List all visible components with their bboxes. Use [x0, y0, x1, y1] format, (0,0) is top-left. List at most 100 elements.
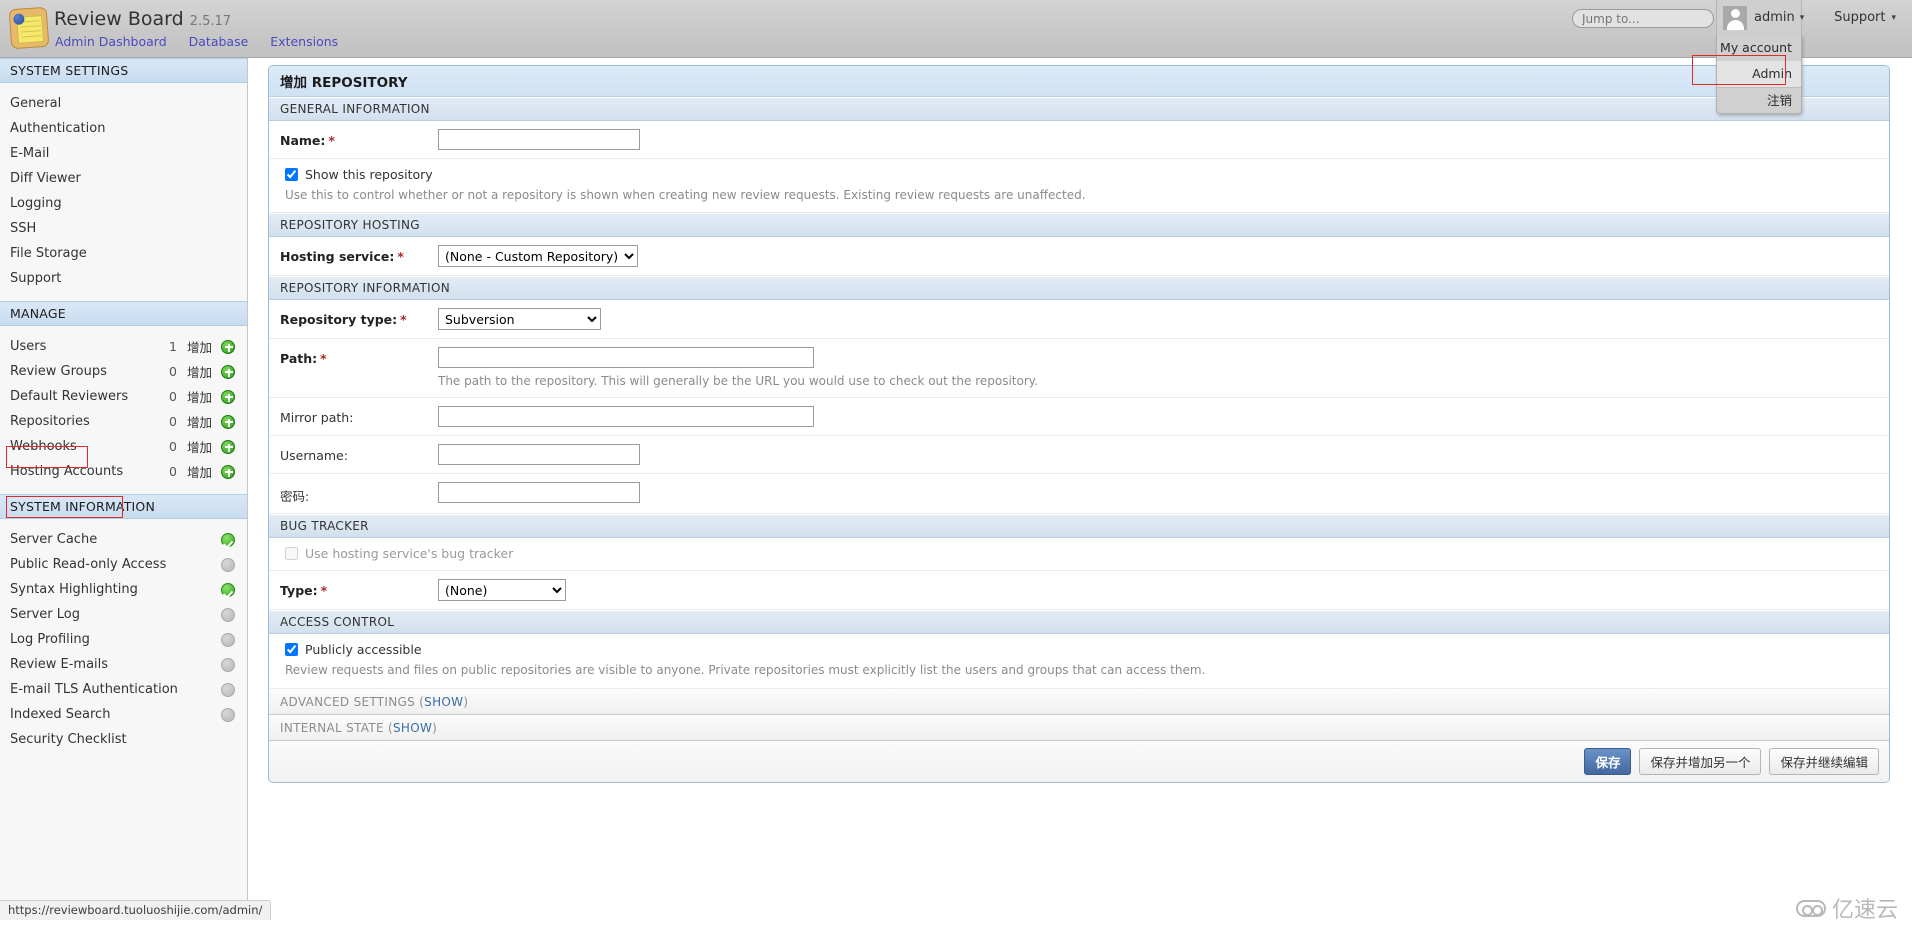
- sidebar-item-count: 0: [169, 389, 177, 404]
- jump-to-input[interactable]: [1572, 9, 1714, 28]
- status-indicator-off-icon: [221, 607, 235, 622]
- hosting-service-select[interactable]: (None - Custom Repository): [438, 245, 638, 268]
- sidebar-item-review-groups[interactable]: Review Groups 0 增加: [0, 359, 247, 384]
- sidebar-item-authentication[interactable]: Authentication: [0, 116, 247, 141]
- sidebar-item-label: Public Read-only Access: [10, 557, 167, 572]
- internal-state-show-link[interactable]: SHOW: [393, 721, 432, 735]
- advanced-settings-show-link[interactable]: SHOW: [424, 695, 463, 709]
- plus-icon[interactable]: [221, 339, 235, 354]
- field-row-hosting-service: Hosting service: * (None - Custom Reposit…: [269, 237, 1889, 277]
- sidebar-item-label: Authentication: [10, 121, 106, 136]
- checkbox-line-use-hosting-bug-tracker: Use hosting service's bug tracker: [280, 546, 513, 561]
- field-control-password: [438, 482, 1878, 504]
- sidebar-item-repositories[interactable]: Repositories 0 增加: [0, 409, 247, 434]
- sidebar-system-settings-list: General Authentication E-Mail Diff Viewe…: [0, 83, 247, 301]
- field-control-repository-type: Subversion: [438, 308, 1878, 331]
- save-and-add-another-button[interactable]: 保存并增加另一个: [1639, 747, 1762, 775]
- sidebar-item-indexed-search[interactable]: Indexed Search: [0, 702, 247, 727]
- sidebar-item-hosting-accounts[interactable]: Hosting Accounts 0 增加: [0, 459, 247, 484]
- publicly-accessible-help: Review requests and files on public repo…: [285, 663, 1206, 678]
- plus-icon[interactable]: [221, 439, 235, 454]
- repository-type-select[interactable]: Subversion: [438, 308, 601, 331]
- field-label-path: Path: *: [280, 351, 327, 367]
- nav-link-database[interactable]: Database: [189, 34, 249, 49]
- plus-icon[interactable]: [221, 464, 235, 479]
- sidebar-item-log-profiling[interactable]: Log Profiling: [0, 627, 247, 652]
- sidebar-item-general[interactable]: General: [0, 91, 247, 116]
- sidebar-item-server-cache[interactable]: Server Cache: [0, 527, 247, 552]
- sidebar-add-link[interactable]: 增加: [187, 362, 212, 381]
- sidebar-add-link[interactable]: 增加: [187, 337, 212, 356]
- nav-link-extensions[interactable]: Extensions: [270, 34, 338, 49]
- user-menu-button[interactable]: admin ▾: [1716, 0, 1804, 35]
- sidebar-item-ssh[interactable]: SSH: [0, 216, 247, 241]
- internal-state-title: INTERNAL STATE: [280, 720, 384, 735]
- sidebar-item-users[interactable]: Users 1 增加: [0, 334, 247, 359]
- sidebar-item-label: Review Groups: [10, 364, 107, 379]
- sidebar-section-system-settings-title: SYSTEM SETTINGS: [0, 58, 247, 83]
- sidebar-add-link[interactable]: 增加: [187, 412, 212, 431]
- sidebar-item-support[interactable]: Support: [0, 266, 247, 291]
- username-input[interactable]: [438, 444, 640, 466]
- menu-item-admin[interactable]: Admin: [1717, 61, 1801, 87]
- user-dropdown-menu[interactable]: My account Admin 注销: [1716, 35, 1802, 114]
- use-hosting-bug-tracker-label: Use hosting service's bug tracker: [305, 546, 514, 562]
- sidebar-item-label: Security Checklist: [10, 732, 127, 747]
- sidebar-item-default-reviewers[interactable]: Default Reviewers 0 增加: [0, 384, 247, 409]
- sidebar-item-security-checklist[interactable]: Security Checklist: [0, 727, 247, 752]
- sidebar-add-link[interactable]: 增加: [187, 462, 212, 481]
- sidebar-item-label: Support: [10, 271, 62, 286]
- support-menu-button[interactable]: Support ▾: [1826, 0, 1904, 35]
- field-control-mirror-path: [438, 406, 1878, 428]
- sidebar-item-review-emails[interactable]: Review E-mails: [0, 652, 247, 677]
- sidebar-item-label: Syntax Highlighting: [10, 582, 138, 597]
- show-repository-help: Use this to control whether or not a rep…: [285, 188, 1086, 202]
- section-advanced-settings-toggle[interactable]: ADVANCED SETTINGS (SHOW): [269, 688, 1889, 715]
- field-row-show-repository: Show this repository Use this to control…: [269, 159, 1889, 214]
- header-nav: Admin Dashboard Database Extensions: [55, 34, 360, 50]
- use-hosting-bug-tracker-checkbox[interactable]: [285, 547, 298, 561]
- name-input[interactable]: [438, 129, 640, 150]
- brand-version: 2.5.17: [189, 14, 232, 29]
- plus-icon[interactable]: [221, 364, 235, 379]
- sidebar-item-diff-viewer[interactable]: Diff Viewer: [0, 166, 247, 191]
- publicly-accessible-checkbox[interactable]: [285, 643, 298, 657]
- page-title: Review Board 2.5.17: [54, 8, 231, 30]
- plus-icon[interactable]: [221, 389, 235, 404]
- status-indicator-off-icon: [221, 682, 235, 697]
- sidebar-item-label: Server Cache: [10, 532, 98, 547]
- sidebar-item-label: Indexed Search: [10, 707, 111, 722]
- show-repository-label[interactable]: Show this repository: [305, 167, 433, 182]
- path-input[interactable]: [438, 347, 814, 369]
- sidebar-item-label: E-Mail: [10, 146, 50, 161]
- section-header-bug-tracker: BUG TRACKER: [269, 514, 1889, 539]
- field-row-use-hosting-bug-tracker: Use hosting service's bug tracker: [269, 538, 1889, 572]
- sidebar-item-email[interactable]: E-Mail: [0, 141, 247, 166]
- sidebar-add-link[interactable]: 增加: [187, 387, 212, 406]
- show-repository-checkbox[interactable]: [285, 168, 298, 181]
- status-indicator-on-icon: [221, 532, 235, 547]
- field-control-bug-tracker-type: (None): [438, 579, 1878, 602]
- sidebar-item-email-tls-authentication[interactable]: E-mail TLS Authentication: [0, 677, 247, 702]
- bug-tracker-type-select[interactable]: (None): [438, 579, 566, 602]
- save-button[interactable]: 保存: [1584, 747, 1632, 775]
- section-internal-state-toggle[interactable]: INTERNAL STATE (SHOW): [269, 714, 1889, 741]
- save-and-continue-editing-button[interactable]: 保存并继续编辑: [1769, 747, 1879, 775]
- sidebar-item-syntax-highlighting[interactable]: Syntax Highlighting: [0, 577, 247, 602]
- menu-item-logout[interactable]: 注销: [1717, 87, 1801, 113]
- plus-icon[interactable]: [221, 414, 235, 429]
- sidebar-item-server-log[interactable]: Server Log: [0, 602, 247, 627]
- nav-link-admin-dashboard[interactable]: Admin Dashboard: [55, 34, 167, 49]
- user-name-label: admin: [1754, 10, 1795, 25]
- field-label-mirror-path: Mirror path:: [280, 410, 354, 426]
- sidebar-item-file-storage[interactable]: File Storage: [0, 241, 247, 266]
- sidebar-item-public-read-only-access[interactable]: Public Read-only Access: [0, 552, 247, 577]
- mirror-path-input[interactable]: [438, 406, 814, 428]
- password-input[interactable]: [438, 482, 640, 504]
- sidebar-item-logging[interactable]: Logging: [0, 191, 247, 216]
- sidebar-add-link[interactable]: 增加: [187, 437, 212, 456]
- required-marker: *: [397, 249, 404, 265]
- sidebar-item-webhooks[interactable]: Webhooks 0 增加: [0, 434, 247, 459]
- menu-item-my-account[interactable]: My account: [1717, 35, 1801, 61]
- publicly-accessible-label[interactable]: Publicly accessible: [305, 642, 422, 657]
